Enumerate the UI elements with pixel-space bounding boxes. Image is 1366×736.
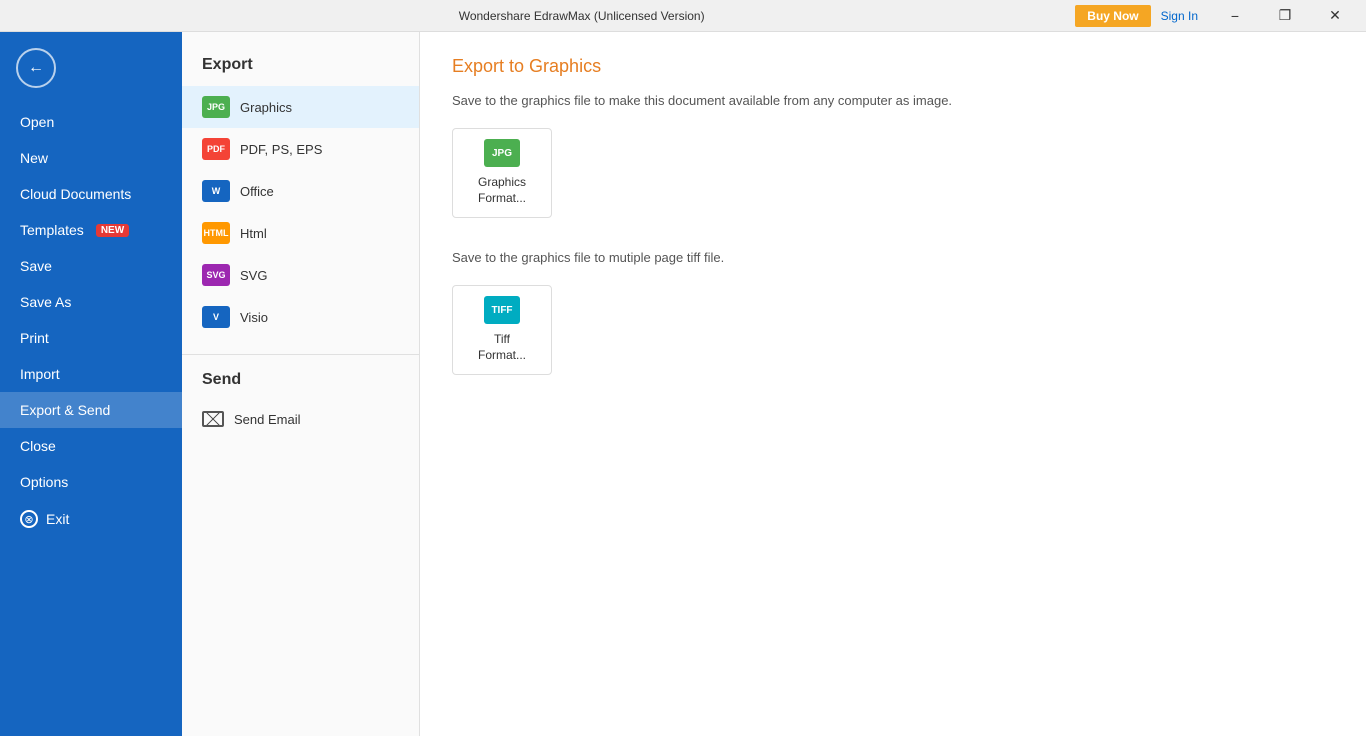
sidebar-item-templates[interactable]: Templates NEW: [0, 212, 182, 248]
menu-item-svg[interactable]: SVG SVG: [182, 254, 419, 296]
sidebar-item-exit[interactable]: ⊗ Exit: [0, 500, 182, 538]
menu-item-html[interactable]: HTML Html: [182, 212, 419, 254]
sidebar-item-export-send[interactable]: Export & Send: [0, 392, 182, 428]
graphics-icon: JPG: [202, 96, 230, 118]
svg-icon: SVG: [202, 264, 230, 286]
export-section-title: Export: [182, 48, 419, 86]
description-1: Save to the graphics file to make this d…: [452, 93, 1334, 108]
graphics-label: Graphics: [240, 100, 292, 115]
html-icon: HTML: [202, 222, 230, 244]
tiff-format-label: TiffFormat...: [478, 332, 526, 363]
cards-grid-2: TIFF TiffFormat...: [452, 285, 1334, 375]
close-button[interactable]: ✕: [1312, 0, 1358, 32]
window-controls: Buy Now Sign In − ❐ ✕: [1075, 0, 1358, 32]
menu-item-graphics[interactable]: JPG Graphics: [182, 86, 419, 128]
graphics-format-label: GraphicsFormat...: [478, 175, 526, 206]
content-panel: Export to Graphics Save to the graphics …: [420, 32, 1366, 736]
new-badge: NEW: [96, 224, 129, 237]
section-divider: [182, 354, 419, 355]
menu-item-visio[interactable]: V Visio: [182, 296, 419, 338]
sidebar-item-close[interactable]: Close: [0, 428, 182, 464]
app-title: Wondershare EdrawMax (Unlicensed Version…: [88, 9, 1075, 23]
word-icon: W: [202, 180, 230, 202]
sidebar-item-import[interactable]: Import: [0, 356, 182, 392]
send-email-label: Send Email: [234, 412, 300, 427]
sidebar-item-cloud-documents[interactable]: Cloud Documents: [0, 176, 182, 212]
graphics-format-card[interactable]: JPG GraphicsFormat...: [452, 128, 552, 218]
restore-button[interactable]: ❐: [1262, 0, 1308, 32]
svg-label: SVG: [240, 268, 267, 283]
sidebar-item-open[interactable]: Open: [0, 104, 182, 140]
sidebar-item-new[interactable]: New: [0, 140, 182, 176]
jpg-card-icon: JPG: [484, 139, 520, 167]
pdf-label: PDF, PS, EPS: [240, 142, 322, 157]
middle-panel: Export JPG Graphics PDF PDF, PS, EPS W O…: [182, 32, 420, 736]
sidebar-item-save-as[interactable]: Save As: [0, 284, 182, 320]
minimize-button[interactable]: −: [1212, 0, 1258, 32]
office-label: Office: [240, 184, 274, 199]
description-2: Save to the graphics file to mutiple pag…: [452, 250, 1334, 265]
visio-label: Visio: [240, 310, 268, 325]
menu-item-send-email[interactable]: Send Email: [182, 401, 419, 437]
sidebar: ← Open New Cloud Documents Templates NEW…: [0, 32, 182, 736]
visio-icon: V: [202, 306, 230, 328]
exit-icon: ⊗: [20, 510, 38, 528]
content-heading: Export to Graphics: [452, 56, 1334, 77]
menu-item-office[interactable]: W Office: [182, 170, 419, 212]
buy-now-button[interactable]: Buy Now: [1075, 5, 1150, 27]
pdf-icon: PDF: [202, 138, 230, 160]
menu-item-pdf[interactable]: PDF PDF, PS, EPS: [182, 128, 419, 170]
main-content: ← Open New Cloud Documents Templates NEW…: [0, 32, 1366, 736]
tiff-format-card[interactable]: TIFF TiffFormat...: [452, 285, 552, 375]
send-section-title: Send: [182, 363, 419, 401]
tiff-card-icon: TIFF: [484, 296, 520, 324]
back-button[interactable]: ←: [16, 48, 56, 88]
html-label: Html: [240, 226, 267, 241]
sidebar-item-print[interactable]: Print: [0, 320, 182, 356]
sidebar-item-options[interactable]: Options: [0, 464, 182, 500]
sidebar-item-save[interactable]: Save: [0, 248, 182, 284]
sign-in-link[interactable]: Sign In: [1161, 9, 1198, 23]
title-bar: Wondershare EdrawMax (Unlicensed Version…: [0, 0, 1366, 32]
cards-grid-1: JPG GraphicsFormat...: [452, 128, 1334, 218]
email-icon: [202, 411, 224, 427]
